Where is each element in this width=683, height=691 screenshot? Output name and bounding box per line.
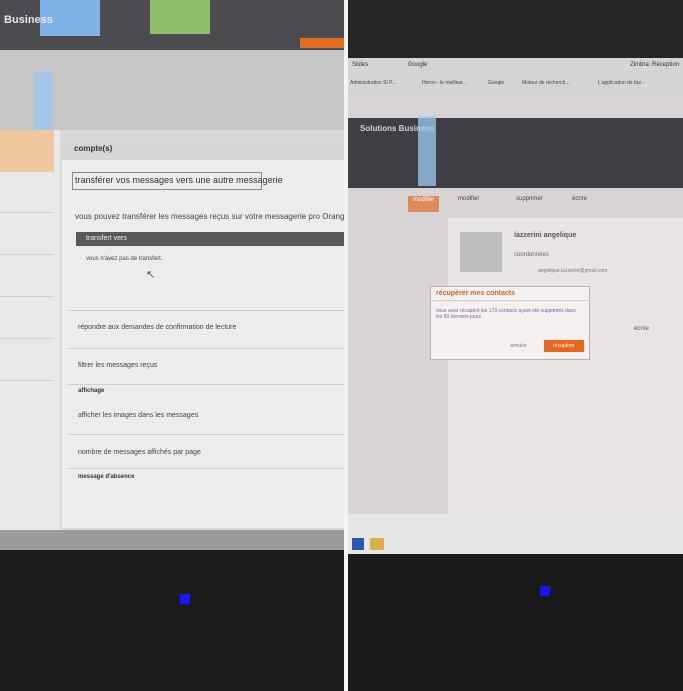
sidebar-divider bbox=[0, 296, 54, 297]
monitor-bezel bbox=[0, 530, 344, 550]
bookmark-item[interactable]: Heron - le meilleur... bbox=[422, 80, 467, 86]
row-divider bbox=[68, 468, 344, 469]
filter-messages-option[interactable]: filtrer les messages reçus bbox=[78, 362, 157, 369]
header-accent bbox=[300, 38, 344, 48]
cancel-button[interactable]: annuler bbox=[510, 343, 527, 349]
row-divider bbox=[68, 434, 344, 435]
monitor-bottom bbox=[0, 530, 344, 691]
settings-panel bbox=[62, 138, 344, 528]
edit-button[interactable]: modifier bbox=[458, 196, 479, 210]
window-reflection bbox=[418, 116, 436, 186]
messages-per-page-option[interactable]: nombre de messages affichés par page bbox=[78, 449, 201, 456]
monitor-bottom bbox=[348, 554, 683, 691]
bookmark-item[interactable]: Moteur de recherch... bbox=[522, 80, 570, 86]
screen-reflection bbox=[34, 72, 52, 132]
transfer-to-bar: transfert vers bbox=[76, 232, 344, 246]
power-led-icon bbox=[180, 594, 190, 604]
forward-description: vous pouvez transférer les messages reçu… bbox=[75, 212, 344, 221]
row-divider bbox=[68, 310, 344, 311]
chrome-icon[interactable] bbox=[370, 538, 384, 550]
browser-tab[interactable]: Zimbra: Réception bbox=[630, 62, 679, 76]
app-header: Solutions Business bbox=[348, 118, 683, 188]
sidebar-divider bbox=[0, 254, 54, 255]
write-button[interactable]: écrire bbox=[572, 196, 587, 210]
sidebar-divider bbox=[0, 212, 54, 213]
panel-title: compte(s) bbox=[74, 144, 113, 153]
sidebar-item-active[interactable] bbox=[0, 130, 54, 172]
row-divider bbox=[68, 384, 344, 385]
app-header-bar: Business bbox=[0, 0, 344, 50]
recover-button[interactable]: récupérer bbox=[544, 340, 584, 352]
dialog-divider bbox=[430, 300, 588, 301]
dialog-title: récupérer mes contacts bbox=[436, 290, 515, 297]
taskbar bbox=[348, 514, 683, 554]
window-reflection bbox=[150, 0, 210, 34]
display-section-header: affichage bbox=[78, 388, 105, 394]
left-photo: Business compte(s) transférer vos messag… bbox=[0, 0, 344, 691]
bookmark-item[interactable]: Google bbox=[488, 80, 504, 86]
power-led-icon bbox=[540, 586, 550, 596]
delete-button[interactable]: supprimer bbox=[516, 196, 543, 210]
browser-tab[interactable]: Google bbox=[408, 62, 427, 76]
contact-name: lazzerini angelique bbox=[514, 232, 577, 239]
transfer-to-label: transfert vers bbox=[86, 235, 127, 242]
no-transfer-text: vous n'avez pas de transfert. bbox=[86, 256, 163, 262]
sidebar-divider bbox=[0, 338, 54, 339]
read-receipt-option[interactable]: répondre aux demandes de confirmation de… bbox=[78, 324, 236, 331]
panel-header: compte(s) bbox=[62, 138, 344, 160]
dialog-message: vous avez récupéré les 173 contacts ayan… bbox=[436, 308, 576, 320]
right-photo: Slides Google Zimbra: Réception Administ… bbox=[348, 0, 683, 691]
write-contact-button[interactable]: écrire bbox=[634, 326, 649, 332]
sidebar-divider bbox=[0, 380, 54, 381]
file-explorer-icon[interactable] bbox=[352, 538, 364, 550]
forward-heading[interactable]: transférer vos messages vers une autre m… bbox=[75, 175, 283, 185]
contact-email[interactable]: angelique.lazzerini@gmail.com bbox=[538, 268, 607, 274]
monitor-top bbox=[348, 0, 683, 58]
absence-section-header: message d'absence bbox=[78, 474, 135, 480]
bookmark-item[interactable]: L'application de bur... bbox=[598, 80, 645, 86]
settings-sidebar bbox=[0, 130, 60, 530]
edit-button[interactable]: modifier bbox=[408, 196, 440, 212]
browser-tab[interactable]: Slides bbox=[352, 62, 368, 76]
row-divider bbox=[68, 348, 344, 349]
bookmark-item[interactable]: Administration SI P... bbox=[350, 80, 396, 86]
avatar bbox=[460, 232, 502, 272]
coordinates-label: coordonnées bbox=[514, 252, 549, 258]
show-images-option[interactable]: afficher les images dans les messages bbox=[78, 412, 198, 419]
mouse-cursor-icon: ↖ bbox=[146, 269, 156, 281]
brand-logo-text: Business bbox=[4, 14, 53, 26]
